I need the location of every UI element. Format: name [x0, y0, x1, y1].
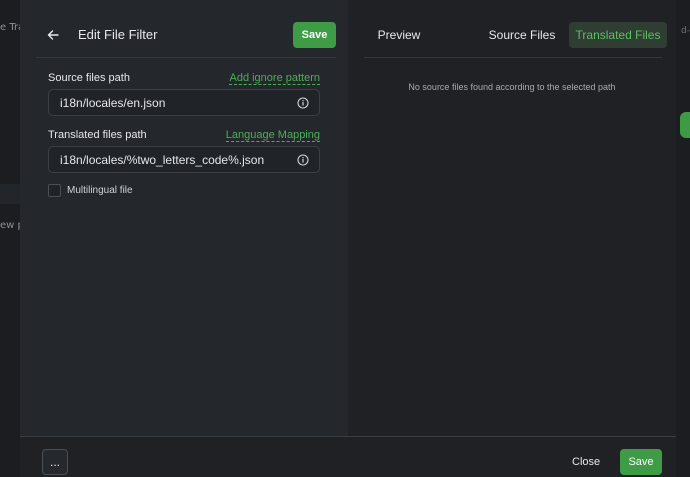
multilingual-option: Multilingual file: [48, 184, 133, 197]
editor-pane: Edit File Filter Save Source files path …: [20, 0, 348, 436]
page-title: Edit File Filter: [78, 27, 158, 42]
preview-tabs: Preview Source Files Translated Files: [364, 12, 667, 58]
translated-path-label: Translated files path: [48, 129, 147, 141]
translated-path-field: [48, 146, 320, 173]
tab-preview[interactable]: Preview: [364, 22, 434, 48]
more-options-button[interactable]: ...: [42, 449, 68, 475]
language-mapping-link[interactable]: Language Mapping: [225, 129, 320, 142]
background-page-left: e Tra ew p: [0, 0, 24, 477]
source-path-label: Source files path: [48, 72, 130, 84]
multilingual-checkbox[interactable]: [48, 184, 61, 197]
tab-translated-files[interactable]: Translated Files: [569, 22, 667, 48]
editor-header: Edit File Filter Save: [36, 12, 336, 58]
tab-source-files[interactable]: Source Files: [480, 22, 564, 48]
source-path-input[interactable]: [49, 95, 296, 110]
background-row: [0, 184, 20, 204]
modal-footer: ... Close Save: [20, 436, 676, 477]
save-button[interactable]: Save: [293, 22, 336, 48]
background-page-right: d-: [676, 0, 690, 477]
translated-path-input[interactable]: [49, 152, 296, 167]
screen: e Tra ew p d- Edit File Filter Save Sour…: [0, 0, 690, 477]
file-filter-modal: Edit File Filter Save Source files path …: [20, 0, 676, 477]
background-green-button: [680, 112, 690, 138]
multilingual-label[interactable]: Multilingual file: [67, 185, 133, 196]
info-icon[interactable]: [296, 96, 310, 110]
add-ignore-pattern-link[interactable]: Add ignore pattern: [229, 72, 320, 85]
footer-save-button[interactable]: Save: [620, 449, 662, 475]
background-text-fragment: d-: [681, 26, 690, 36]
empty-state-message: No source files found according to the s…: [408, 82, 616, 92]
info-icon[interactable]: [296, 153, 310, 167]
preview-pane: Preview Source Files Translated Files No…: [348, 0, 676, 436]
arrow-left-icon[interactable]: [42, 24, 64, 46]
source-path-field: [48, 89, 320, 116]
close-button[interactable]: Close: [572, 449, 600, 475]
